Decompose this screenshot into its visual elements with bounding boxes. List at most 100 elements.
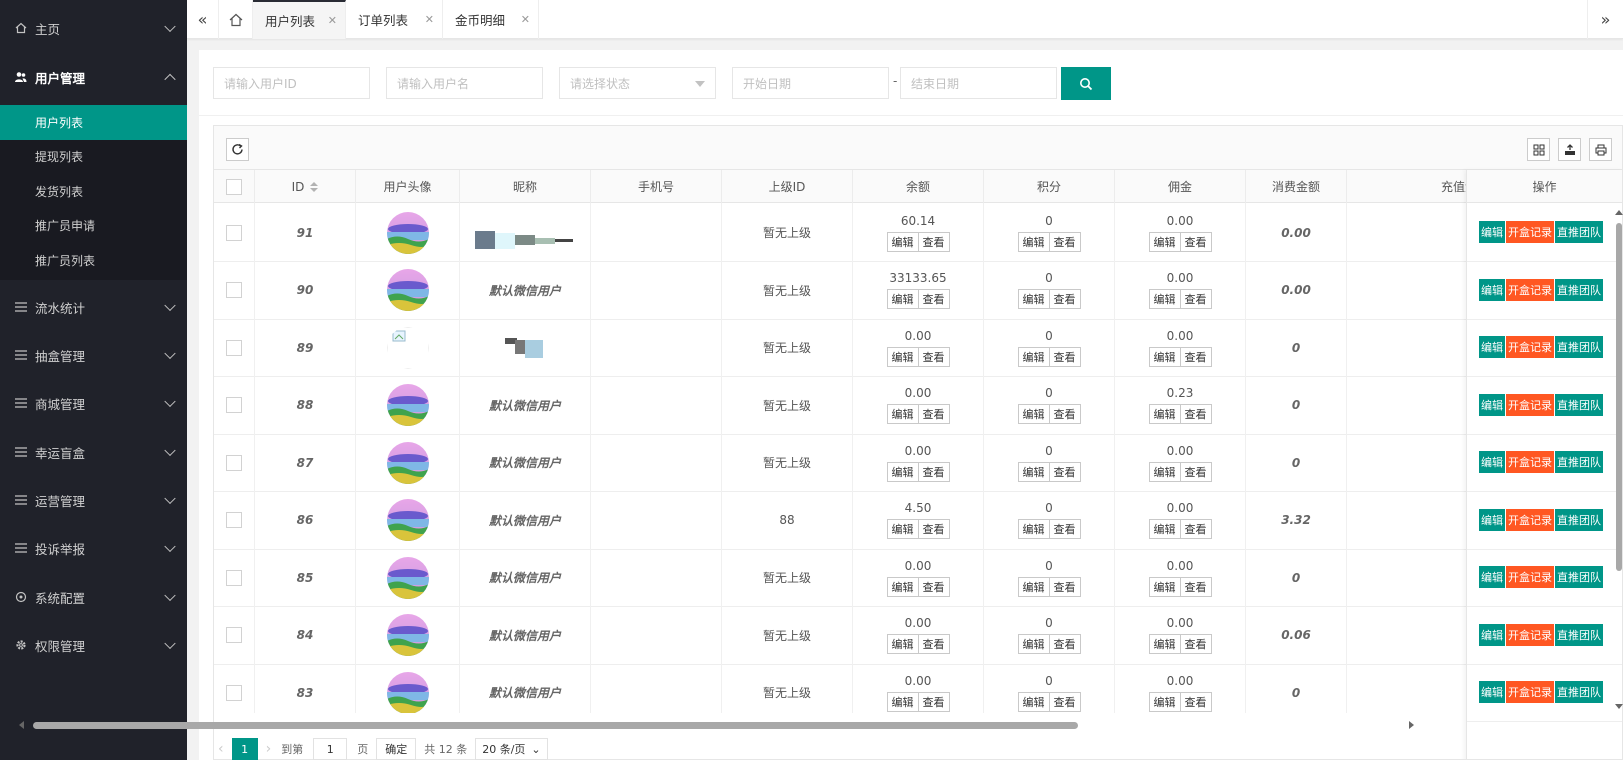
edit-user-button[interactable]: 编辑 [1479, 508, 1505, 531]
points-view-button[interactable]: 查看 [1049, 231, 1081, 252]
direct-team-button[interactable]: 直推团队 [1555, 681, 1603, 703]
balance-view-button[interactable]: 查看 [918, 634, 950, 654]
sidebar-subitem-promoter-apply[interactable]: 推广员申请 [0, 209, 187, 244]
refresh-button[interactable] [226, 138, 249, 161]
scroll-up-arrow-icon[interactable] [1615, 210, 1623, 216]
edit-user-button[interactable]: 编辑 [1479, 623, 1505, 646]
commission-view-button[interactable]: 查看 [1180, 346, 1212, 367]
commission-view-button[interactable]: 查看 [1180, 404, 1212, 424]
box-records-button[interactable]: 开盒记录 [1506, 221, 1554, 243]
page-size-select[interactable]: 20 条/页 ⌄ [475, 738, 548, 760]
edit-user-button[interactable]: 编辑 [1479, 566, 1505, 588]
points-edit-button[interactable]: 编辑 [1017, 519, 1050, 539]
username-input[interactable]: 请输入用户名 [386, 67, 543, 99]
tab-user-list[interactable]: 用户列表 ✕ [253, 0, 346, 39]
balance-edit-button[interactable]: 编辑 [886, 346, 919, 367]
edit-user-button[interactable]: 编辑 [1479, 393, 1505, 416]
row-checkbox[interactable] [226, 684, 242, 701]
balance-view-button[interactable]: 查看 [918, 576, 950, 597]
balance-view-button[interactable]: 查看 [918, 231, 950, 252]
sidebar-item-flow-stats[interactable]: 流水统计 [0, 283, 187, 331]
balance-view-button[interactable]: 查看 [918, 404, 950, 424]
balance-edit-button[interactable]: 编辑 [886, 576, 919, 597]
balance-view-button[interactable]: 查看 [918, 346, 950, 367]
horizontal-scrollbar[interactable] [14, 720, 1424, 730]
search-button[interactable] [1061, 67, 1111, 100]
points-view-button[interactable]: 查看 [1049, 691, 1081, 712]
direct-team-button[interactable]: 直推团队 [1555, 451, 1603, 473]
box-records-button[interactable]: 开盒记录 [1506, 566, 1554, 588]
direct-team-button[interactable]: 直推团队 [1555, 278, 1603, 301]
commission-edit-button[interactable]: 编辑 [1148, 691, 1181, 712]
balance-view-button[interactable]: 查看 [918, 691, 950, 712]
box-records-button[interactable]: 开盒记录 [1506, 623, 1554, 646]
commission-view-button[interactable]: 查看 [1180, 461, 1212, 482]
commission-view-button[interactable]: 查看 [1180, 691, 1212, 712]
box-records-button[interactable]: 开盒记录 [1506, 451, 1554, 473]
prev-page-icon[interactable]: ‹ [218, 741, 224, 757]
balance-edit-button[interactable]: 编辑 [886, 461, 919, 482]
box-records-button[interactable]: 开盒记录 [1506, 508, 1554, 531]
scroll-right-arrow-icon[interactable] [1409, 721, 1415, 729]
box-records-button[interactable]: 开盒记录 [1506, 336, 1554, 358]
status-select[interactable]: 请选择状态 [559, 67, 716, 99]
edit-user-button[interactable]: 编辑 [1479, 681, 1505, 703]
edit-user-button[interactable]: 编辑 [1479, 451, 1505, 473]
sidebar-item-lucky-box[interactable]: 幸运盲盒 [0, 428, 187, 476]
points-edit-button[interactable]: 编辑 [1017, 691, 1050, 712]
row-checkbox[interactable] [226, 512, 242, 528]
points-view-button[interactable]: 查看 [1049, 289, 1081, 309]
sidebar-item-operations[interactable]: 运营管理 [0, 476, 187, 524]
box-records-button[interactable]: 开盒记录 [1506, 681, 1554, 703]
row-checkbox[interactable] [226, 339, 242, 356]
edit-user-button[interactable]: 编辑 [1479, 336, 1505, 358]
points-edit-button[interactable]: 编辑 [1017, 346, 1050, 367]
user-id-input[interactable]: 请输入用户ID [213, 67, 370, 99]
close-icon[interactable]: ✕ [425, 13, 434, 26]
vertical-scrollbar[interactable] [1615, 210, 1623, 710]
commission-view-button[interactable]: 查看 [1180, 231, 1212, 252]
vertical-scroll-thumb[interactable] [1616, 223, 1622, 571]
points-edit-button[interactable]: 编辑 [1017, 404, 1050, 424]
tabs-scroll-left-button[interactable]: « [187, 0, 219, 39]
columns-filter-button[interactable] [1527, 138, 1550, 161]
direct-team-button[interactable]: 直推团队 [1555, 508, 1603, 531]
box-records-button[interactable]: 开盒记录 [1506, 278, 1554, 301]
goto-page-input[interactable]: 1 [313, 738, 348, 760]
sidebar-subitem-user-list[interactable]: 用户列表 [0, 105, 187, 140]
close-icon[interactable]: ✕ [328, 14, 337, 27]
next-page-icon[interactable]: › [266, 741, 272, 757]
commission-edit-button[interactable]: 编辑 [1148, 519, 1181, 539]
commission-edit-button[interactable]: 编辑 [1148, 461, 1181, 482]
horizontal-scroll-thumb[interactable] [33, 722, 1078, 729]
sidebar-subitem-shipping-list[interactable]: 发货列表 [0, 174, 187, 209]
export-button[interactable] [1558, 138, 1581, 161]
points-edit-button[interactable]: 编辑 [1017, 289, 1050, 309]
start-date-input[interactable]: 开始日期 [732, 67, 889, 99]
commission-edit-button[interactable]: 编辑 [1148, 346, 1181, 367]
row-checkbox[interactable] [226, 627, 242, 643]
commission-view-button[interactable]: 查看 [1180, 576, 1212, 597]
points-view-button[interactable]: 查看 [1049, 346, 1081, 367]
points-view-button[interactable]: 查看 [1049, 634, 1081, 654]
points-edit-button[interactable]: 编辑 [1017, 634, 1050, 654]
points-edit-button[interactable]: 编辑 [1017, 461, 1050, 482]
box-records-button[interactable]: 开盒记录 [1506, 393, 1554, 416]
edit-user-button[interactable]: 编辑 [1479, 278, 1505, 301]
direct-team-button[interactable]: 直推团队 [1555, 221, 1603, 243]
points-view-button[interactable]: 查看 [1049, 461, 1081, 482]
direct-team-button[interactable]: 直推团队 [1555, 623, 1603, 646]
scroll-left-arrow-icon[interactable] [19, 721, 25, 729]
row-checkbox[interactable] [226, 397, 242, 413]
sidebar-item-shop-management[interactable]: 商城管理 [0, 379, 187, 427]
commission-edit-button[interactable]: 编辑 [1148, 289, 1181, 309]
tabs-scroll-right-button[interactable]: » [1587, 0, 1623, 39]
sidebar-item-complaints[interactable]: 投诉举报 [0, 524, 187, 572]
home-tab-button[interactable] [219, 0, 253, 39]
edit-user-button[interactable]: 编辑 [1479, 221, 1505, 243]
commission-edit-button[interactable]: 编辑 [1148, 634, 1181, 654]
points-edit-button[interactable]: 编辑 [1017, 231, 1050, 252]
points-view-button[interactable]: 查看 [1049, 576, 1081, 597]
print-button[interactable] [1589, 138, 1612, 161]
balance-view-button[interactable]: 查看 [918, 461, 950, 482]
